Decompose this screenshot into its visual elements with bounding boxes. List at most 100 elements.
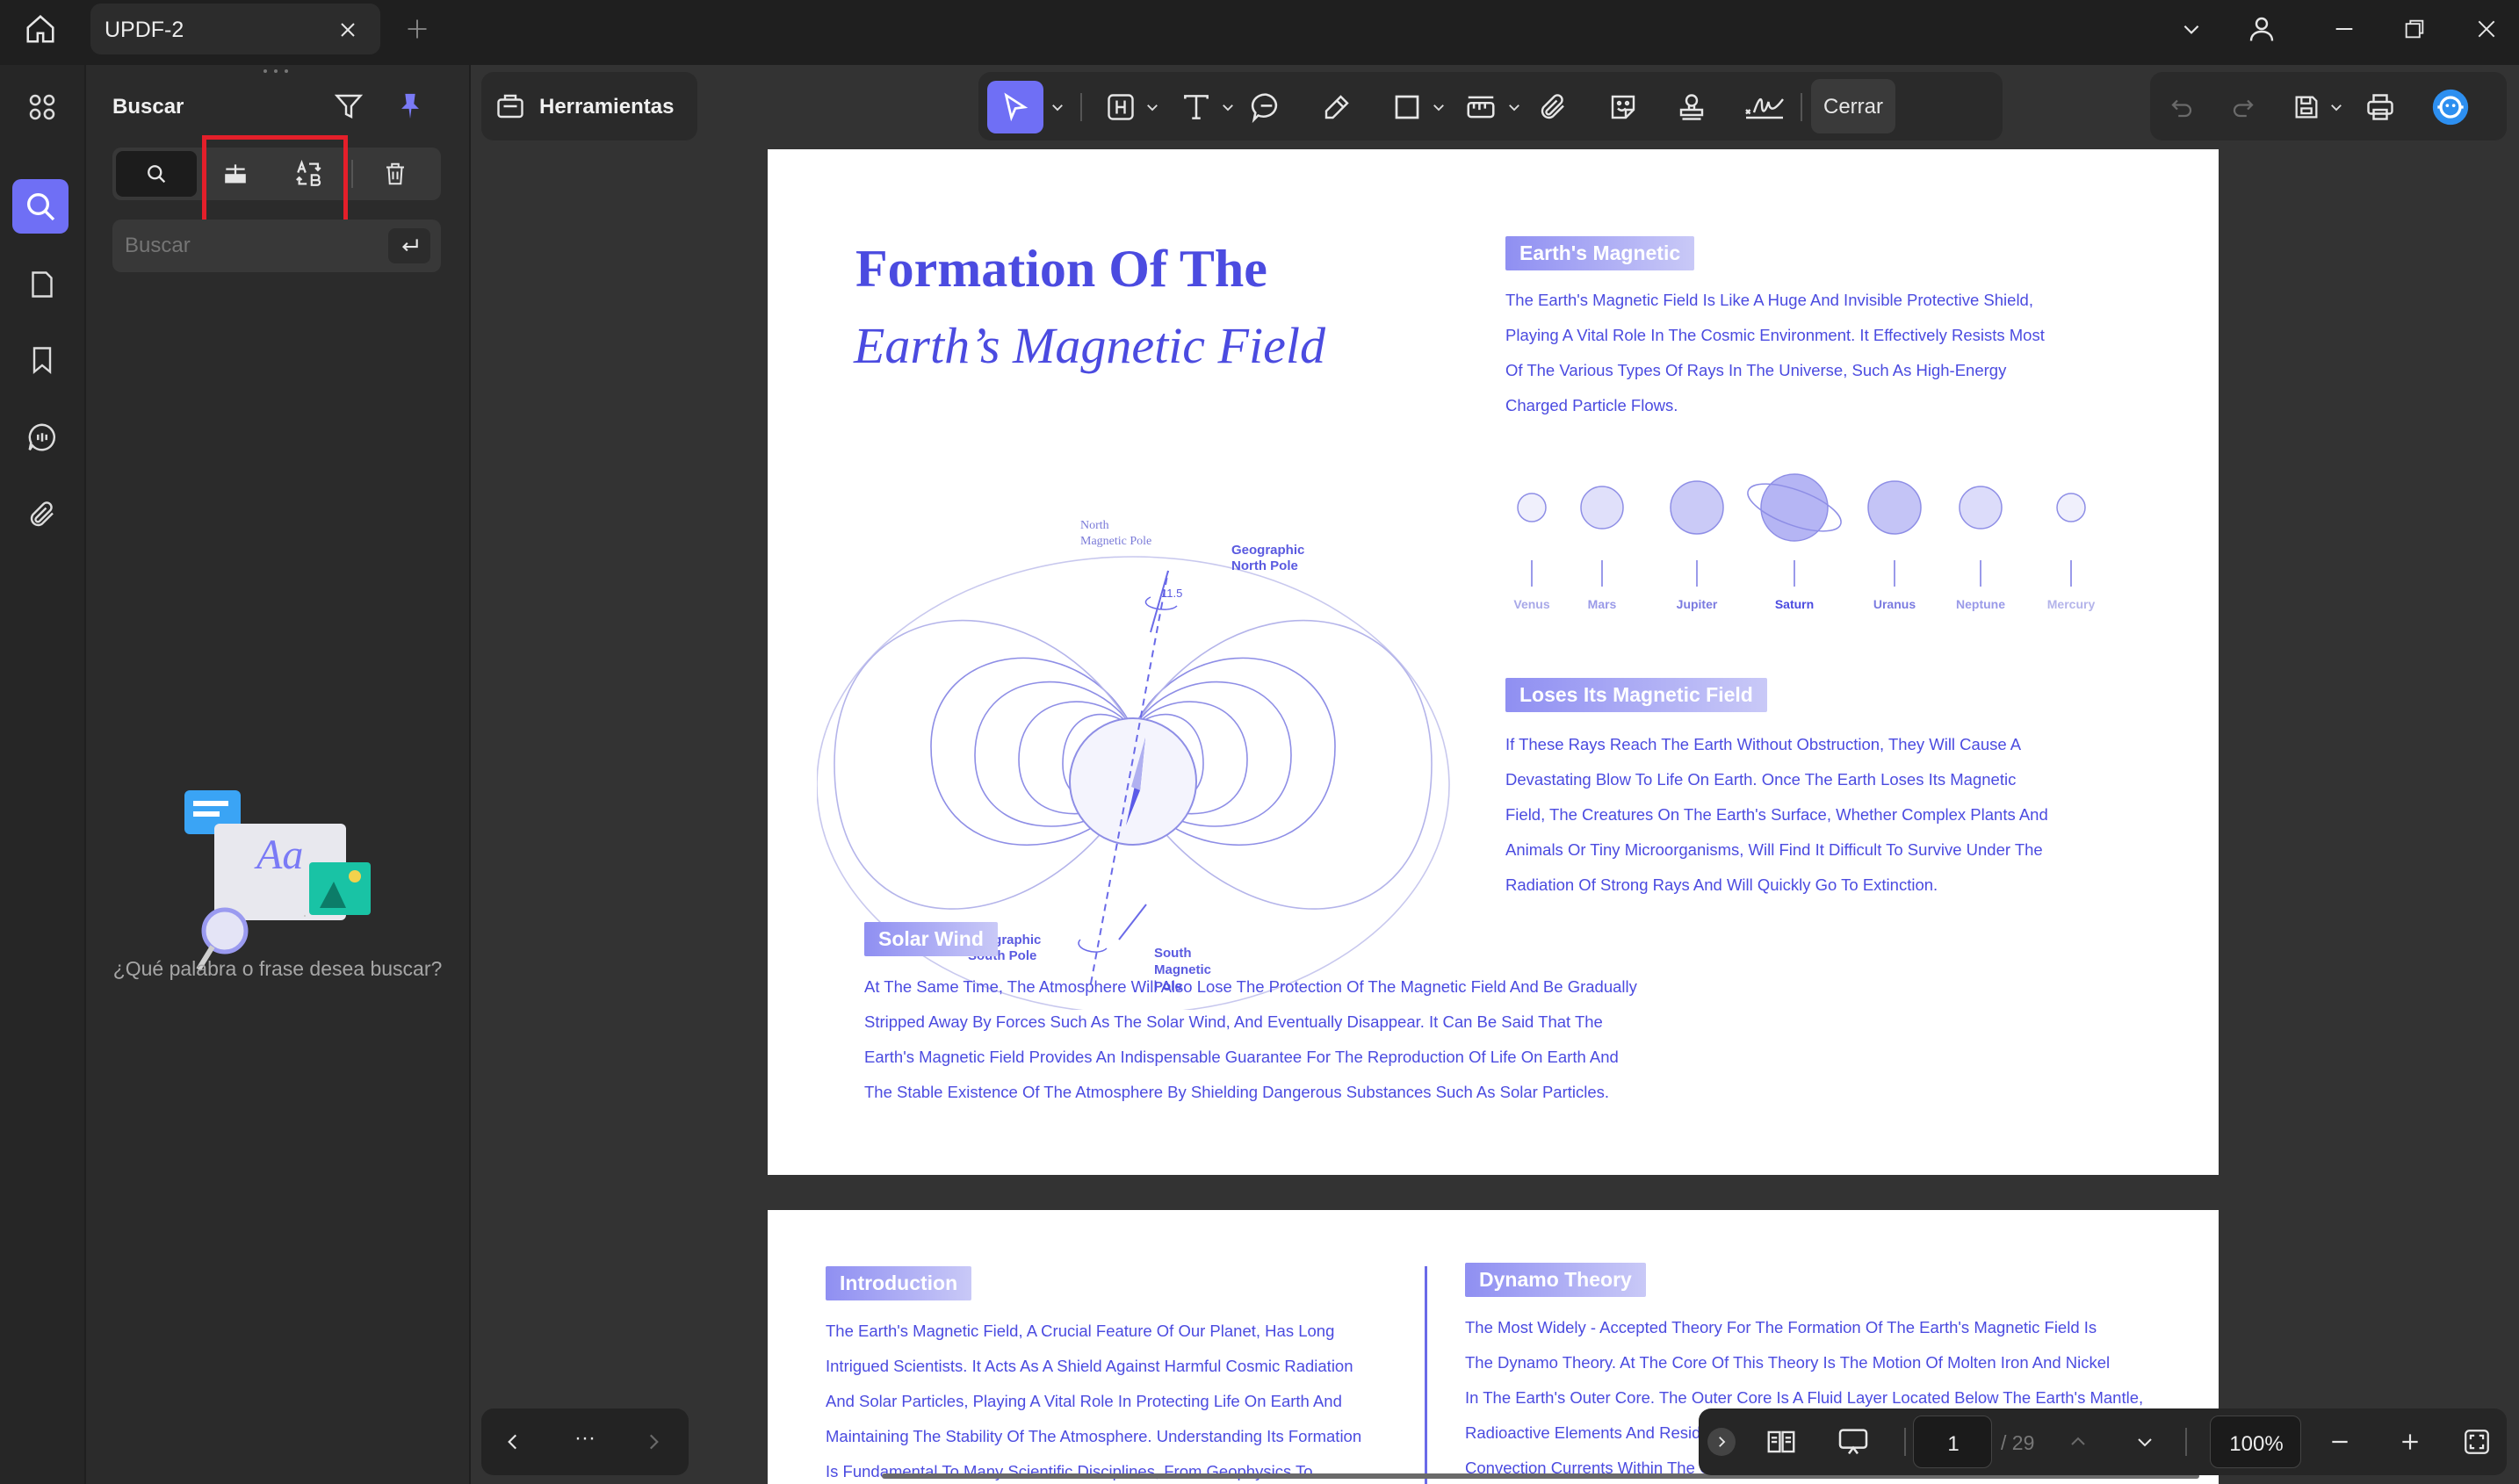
attach-file-icon[interactable] — [1534, 88, 1572, 126]
tab-title: UPDF-2 — [105, 18, 184, 42]
page-title-line1: Formation Of The — [855, 240, 1267, 298]
reading-mode-icon[interactable] — [1760, 1423, 1802, 1461]
geographic-north-pole-label: Geographic North Pole — [1231, 543, 1305, 573]
tools-button[interactable]: Herramientas — [481, 72, 697, 140]
search-input[interactable] — [125, 228, 379, 263]
attachment-icon[interactable] — [19, 492, 65, 537]
zoom-out-icon[interactable] — [2322, 1424, 2357, 1459]
divider — [1801, 93, 1802, 121]
highlight-box — [202, 135, 348, 227]
pages-icon[interactable] — [19, 262, 65, 307]
ai-assistant-icon[interactable] — [2429, 86, 2472, 128]
text-line: The Most Widely - Accepted Theory For Th… — [1465, 1318, 2097, 1336]
planets-row — [1488, 457, 2120, 615]
comment-tool-icon[interactable] — [1247, 88, 1286, 126]
chevron-down-icon[interactable] — [2326, 95, 2347, 119]
introduction-text: The Earth's Magnetic Field, A Crucial Fe… — [826, 1314, 1423, 1484]
page-navigation-bar: 1 / 29 100% — [1699, 1408, 2507, 1475]
user-account-icon[interactable] — [2241, 9, 2282, 49]
solar-wind-heading: Solar Wind — [864, 922, 998, 956]
fit-page-icon[interactable] — [2458, 1423, 2496, 1461]
collapse-icon[interactable] — [1707, 1428, 1736, 1456]
earths-magnetic-text: The Earth's Magnetic Field Is Like A Hug… — [1505, 283, 2120, 423]
close-tab-icon[interactable] — [328, 12, 368, 47]
chevron-down-icon[interactable] — [1217, 95, 1238, 119]
thumbnails-icon[interactable] — [19, 84, 65, 130]
text-line: Playing A Vital Role In The Cosmic Envir… — [1505, 326, 2045, 344]
stamp-icon[interactable] — [1672, 88, 1711, 126]
dynamo-heading: Dynamo Theory — [1465, 1263, 1646, 1297]
print-icon[interactable] — [2359, 88, 2401, 126]
chevron-down-icon[interactable] — [1428, 95, 1449, 119]
panel-drag-handle[interactable] — [258, 67, 293, 77]
loses-heading: Loses Its Magnetic Field — [1505, 678, 1767, 712]
chevron-down-icon[interactable] — [2171, 11, 2212, 47]
zoom-in-icon[interactable] — [2393, 1424, 2428, 1459]
page-number-input[interactable]: 1 — [1913, 1416, 1992, 1468]
new-tab-icon[interactable] — [397, 11, 437, 47]
search-panel: Buscar Aa — [86, 65, 469, 1484]
magnetic-field-diagram: North Magnetic Pole Geographic North Pol… — [817, 413, 1467, 1010]
sticker-icon[interactable] — [1604, 88, 1642, 126]
empty-message: ¿Qué palabra o frase desea buscar? — [112, 957, 443, 980]
close-window-icon[interactable] — [2466, 11, 2507, 47]
text-line: Is Fundamental To Many Scientific Discip… — [826, 1462, 1313, 1480]
minimize-icon[interactable] — [2324, 11, 2364, 47]
shape-tool-icon[interactable] — [1388, 88, 1426, 126]
comments-icon[interactable] — [19, 414, 65, 460]
more-options[interactable]: ··· — [566, 1426, 604, 1451]
document-tab[interactable]: UPDF-2 — [90, 4, 380, 54]
chevron-left-icon[interactable] — [494, 1423, 532, 1461]
close-label: Cerrar — [1822, 95, 1883, 119]
annotation-toolbar: Cerrar — [978, 72, 2003, 140]
planet-label-mercury: Mercury — [2046, 597, 2096, 611]
home-icon[interactable] — [18, 11, 63, 47]
text-line: At The Same Time, The Atmosphere Will Al… — [864, 977, 1637, 996]
title-bar: UPDF-2 — [0, 0, 2519, 58]
chevron-up-icon[interactable] — [2061, 1424, 2096, 1459]
loses-text: If These Rays Reach The Earth Without Ob… — [1505, 727, 2138, 903]
presentation-icon[interactable] — [1830, 1423, 1876, 1461]
close-button[interactable]: Cerrar — [1811, 79, 1895, 133]
chevron-down-icon[interactable] — [1142, 95, 1163, 119]
restore-window-icon[interactable] — [2394, 11, 2435, 47]
divider — [1904, 1428, 1906, 1456]
planet-label-jupiter: Jupiter — [1676, 597, 1718, 611]
pdf-page-1: Formation Of The Earth’s Magnetic Field — [768, 149, 2219, 1175]
select-cursor-icon[interactable] — [987, 81, 1043, 133]
save-icon[interactable] — [2287, 88, 2326, 126]
divider — [1080, 93, 1082, 121]
bottom-nav: ··· — [481, 1408, 689, 1475]
delete-icon[interactable] — [360, 151, 430, 197]
chevron-down-icon[interactable] — [1047, 95, 1068, 119]
mode-divider — [351, 160, 353, 188]
search-mode-icon[interactable] — [116, 151, 197, 197]
redo-icon[interactable] — [2224, 88, 2263, 126]
earths-magnetic-heading: Earth's Magnetic — [1505, 236, 1695, 270]
solar-wind-text: At The Same Time, The Atmosphere Will Al… — [864, 969, 1743, 1110]
measure-tool-icon[interactable] — [1462, 88, 1500, 126]
bookmark-icon[interactable] — [19, 337, 65, 383]
text-line: Devastating Blow To Life On Earth. Once … — [1505, 770, 2017, 789]
chevron-right-icon[interactable] — [634, 1423, 673, 1461]
filter-icon[interactable] — [328, 86, 369, 126]
search-panel-icon[interactable] — [12, 179, 69, 234]
search-illustration: Aa — [183, 785, 385, 978]
zoom-level: 100% — [2229, 1432, 2284, 1456]
zoom-input[interactable]: 100% — [2210, 1416, 2301, 1468]
text-line: Stripped Away By Forces Such As The Sola… — [864, 1012, 1603, 1031]
signature-icon[interactable] — [1739, 88, 1790, 126]
text-tool-icon[interactable] — [1177, 88, 1216, 126]
chevron-down-icon[interactable] — [1504, 95, 1525, 119]
chevron-down-icon[interactable] — [2127, 1424, 2162, 1459]
planet-label-saturn: Saturn — [1774, 597, 1815, 611]
pencil-tool-icon[interactable] — [1317, 88, 1356, 126]
text-line: The Earth's Magnetic Field Is Like A Hug… — [1505, 291, 2033, 309]
tools-label: Herramientas — [539, 95, 675, 119]
pin-icon[interactable] — [390, 86, 430, 126]
highlight-tool-icon[interactable] — [1101, 88, 1140, 126]
text-line: Charged Particle Flows. — [1505, 396, 1678, 414]
undo-icon[interactable] — [2162, 88, 2201, 126]
right-toolbar — [2150, 72, 2507, 140]
enter-icon[interactable] — [388, 228, 430, 263]
